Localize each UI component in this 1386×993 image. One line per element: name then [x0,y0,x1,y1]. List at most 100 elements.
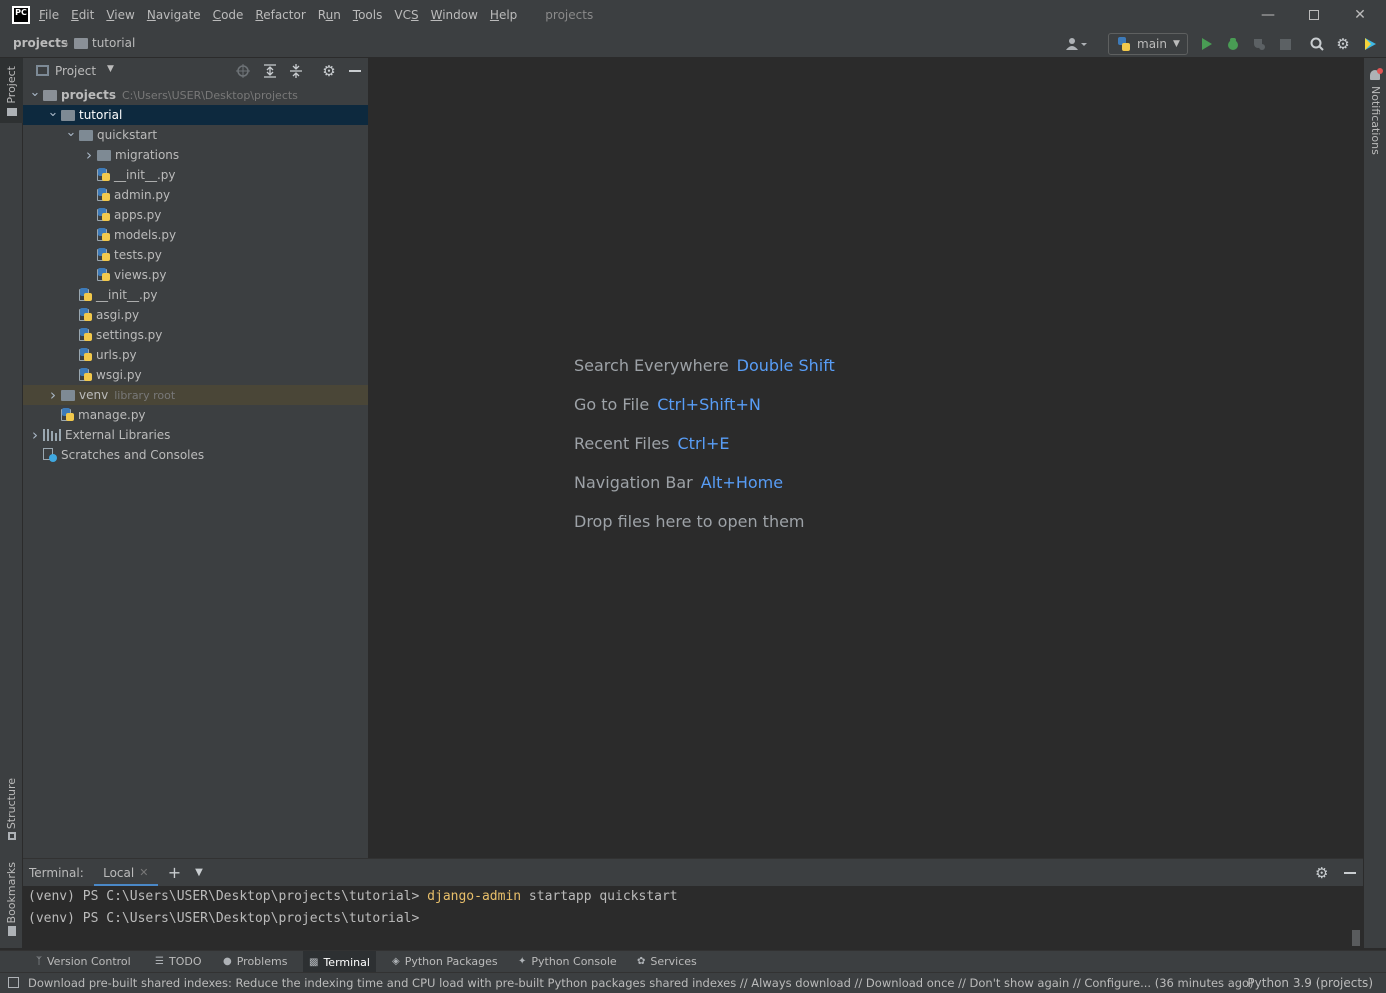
search-icon[interactable] [1307,34,1327,54]
menu-tools[interactable]: Tools [353,8,383,22]
maximize-button[interactable] [1291,0,1337,30]
tree-item[interactable]: apps.py [23,205,368,225]
menu-refactor[interactable]: Refactor [255,8,305,22]
tree-item-label: quickstart [97,128,158,142]
run-icon[interactable] [1197,34,1217,54]
chevron-down-icon[interactable]: ▼ [107,64,114,74]
tab-label: Problems [236,955,288,968]
structure-tool-button[interactable]: Structure [0,776,23,846]
tree-item-label: projects [61,88,116,102]
tree-item[interactable]: __init__.py [23,285,368,305]
hide-icon[interactable] [345,61,365,81]
menu-code[interactable]: Code [213,8,244,22]
settings-icon[interactable]: ⚙ [1333,34,1353,54]
close-button[interactable]: ✕ [1337,0,1383,30]
project-tool-button[interactable]: Project [0,58,23,123]
tab-label: Python Packages [404,955,498,968]
tab-terminal[interactable]: ▩ Terminal [303,951,376,973]
bookmark-icon [8,926,16,936]
collapse-all-icon[interactable] [286,61,306,81]
branch-icon: ᛉ [36,956,42,967]
chevron-right-icon[interactable]: › [45,386,61,404]
debug-icon[interactable] [1223,34,1243,54]
tree-item[interactable]: ⌄ projects C:\Users\USER\Desktop\projects [23,85,368,105]
coverage-icon[interactable] [1249,34,1269,54]
minimize-button[interactable]: — [1245,0,1291,30]
terminal-scrollbar[interactable] [1352,930,1360,946]
settings-icon[interactable]: ⚙ [1315,864,1328,882]
menu-window[interactable]: Window [431,8,478,22]
right-tool-strip: Notifications [1363,58,1386,948]
chevron-right-icon[interactable]: › [27,426,43,444]
hide-icon[interactable] [1344,872,1356,874]
notifications-tool-button[interactable]: Notifications [1364,66,1386,156]
editor-empty-state: Search Everywhere Double Shift Go to File C… [369,58,1363,858]
tree-item[interactable]: wsgi.py [23,365,368,385]
menu-vcs[interactable]: VCS [394,8,418,22]
folder-icon [61,109,75,121]
tab-python-packages[interactable]: ◈ Python Packages [392,955,498,968]
chevron-down-icon[interactable]: ⌄ [27,85,43,100]
tab-todo[interactable]: ☰ TODO [155,955,201,968]
bookmarks-tool-button[interactable]: Bookmarks [0,858,23,943]
interpreter-status[interactable]: Python 3.9 (projects) [1247,976,1373,990]
menu-help[interactable]: Help [490,8,517,22]
tab-services[interactable]: ✿ Services [637,955,697,968]
locate-icon[interactable] [233,61,253,81]
panel-toggle-icon[interactable] [8,977,19,988]
tab-version-control[interactable]: ᛉ Version Control [36,955,131,968]
chevron-down-icon[interactable]: ▼ [195,867,203,878]
chevron-down-icon[interactable]: ⌄ [45,105,61,120]
folder-icon [7,108,17,116]
tree-item-label: manage.py [78,408,146,422]
tab-python-console[interactable]: ✦ Python Console [518,955,617,968]
tree-item[interactable]: views.py [23,265,368,285]
tree-item[interactable]: › External Libraries [23,425,368,445]
menu-file[interactable]: File [39,8,59,22]
project-view-select[interactable]: Project [55,64,96,78]
tree-item[interactable]: manage.py [23,405,368,425]
breadcrumb-child[interactable]: tutorial [74,36,135,50]
tree-item[interactable]: __init__.py [23,165,368,185]
tree-item[interactable]: Scratches and Consoles [23,445,368,465]
account-icon[interactable] [1064,34,1090,54]
breadcrumb-root[interactable]: projects [13,36,68,50]
folder-icon [97,149,111,161]
menu-view[interactable]: View [106,8,134,22]
folder-icon [61,389,75,401]
layers-icon: ◈ [392,956,400,967]
python-file-icon [79,328,93,342]
menu-navigate[interactable]: Navigate [147,8,201,22]
tree-item[interactable]: ⌄ tutorial [23,105,368,125]
python-file-icon [61,408,75,422]
close-icon[interactable]: ✕ [139,866,148,879]
menu-edit[interactable]: Edit [71,8,94,22]
code-with-me-icon[interactable] [1360,34,1380,54]
stop-icon[interactable] [1275,34,1295,54]
menu-run[interactable]: Run [318,8,341,22]
tree-item[interactable]: › migrations [23,145,368,165]
settings-icon[interactable]: ⚙ [319,61,339,81]
terminal-icon: ▩ [309,956,319,968]
new-tab-icon[interactable]: + [168,863,181,882]
tab-label: TODO [168,955,202,968]
tree-item[interactable]: urls.py [23,345,368,365]
tree-item[interactable]: › venv library root [23,385,368,405]
chevron-right-icon[interactable]: › [81,146,97,164]
tree-item[interactable]: ⌄ quickstart [23,125,368,145]
chevron-down-icon[interactable]: ⌄ [63,125,79,140]
tree-item-label: asgi.py [96,308,140,322]
tree-item[interactable]: admin.py [23,185,368,205]
status-message[interactable]: Download pre-built shared indexes: Reduc… [28,976,1254,990]
window-title: projects [545,8,594,22]
tab-problems[interactable]: ● Problems [223,955,287,968]
terminal-output[interactable]: (venv) PS C:\Users\USER\Desktop\projects… [23,886,1363,948]
tree-item[interactable]: tests.py [23,245,368,265]
expand-all-icon[interactable] [260,61,280,81]
tree-item[interactable]: asgi.py [23,305,368,325]
run-configuration-select[interactable]: main ▼ [1108,33,1188,55]
tree-item[interactable]: models.py [23,225,368,245]
tree-item[interactable]: settings.py [23,325,368,345]
library-icon [43,429,61,441]
tab-local[interactable]: Local ✕ [93,859,158,887]
